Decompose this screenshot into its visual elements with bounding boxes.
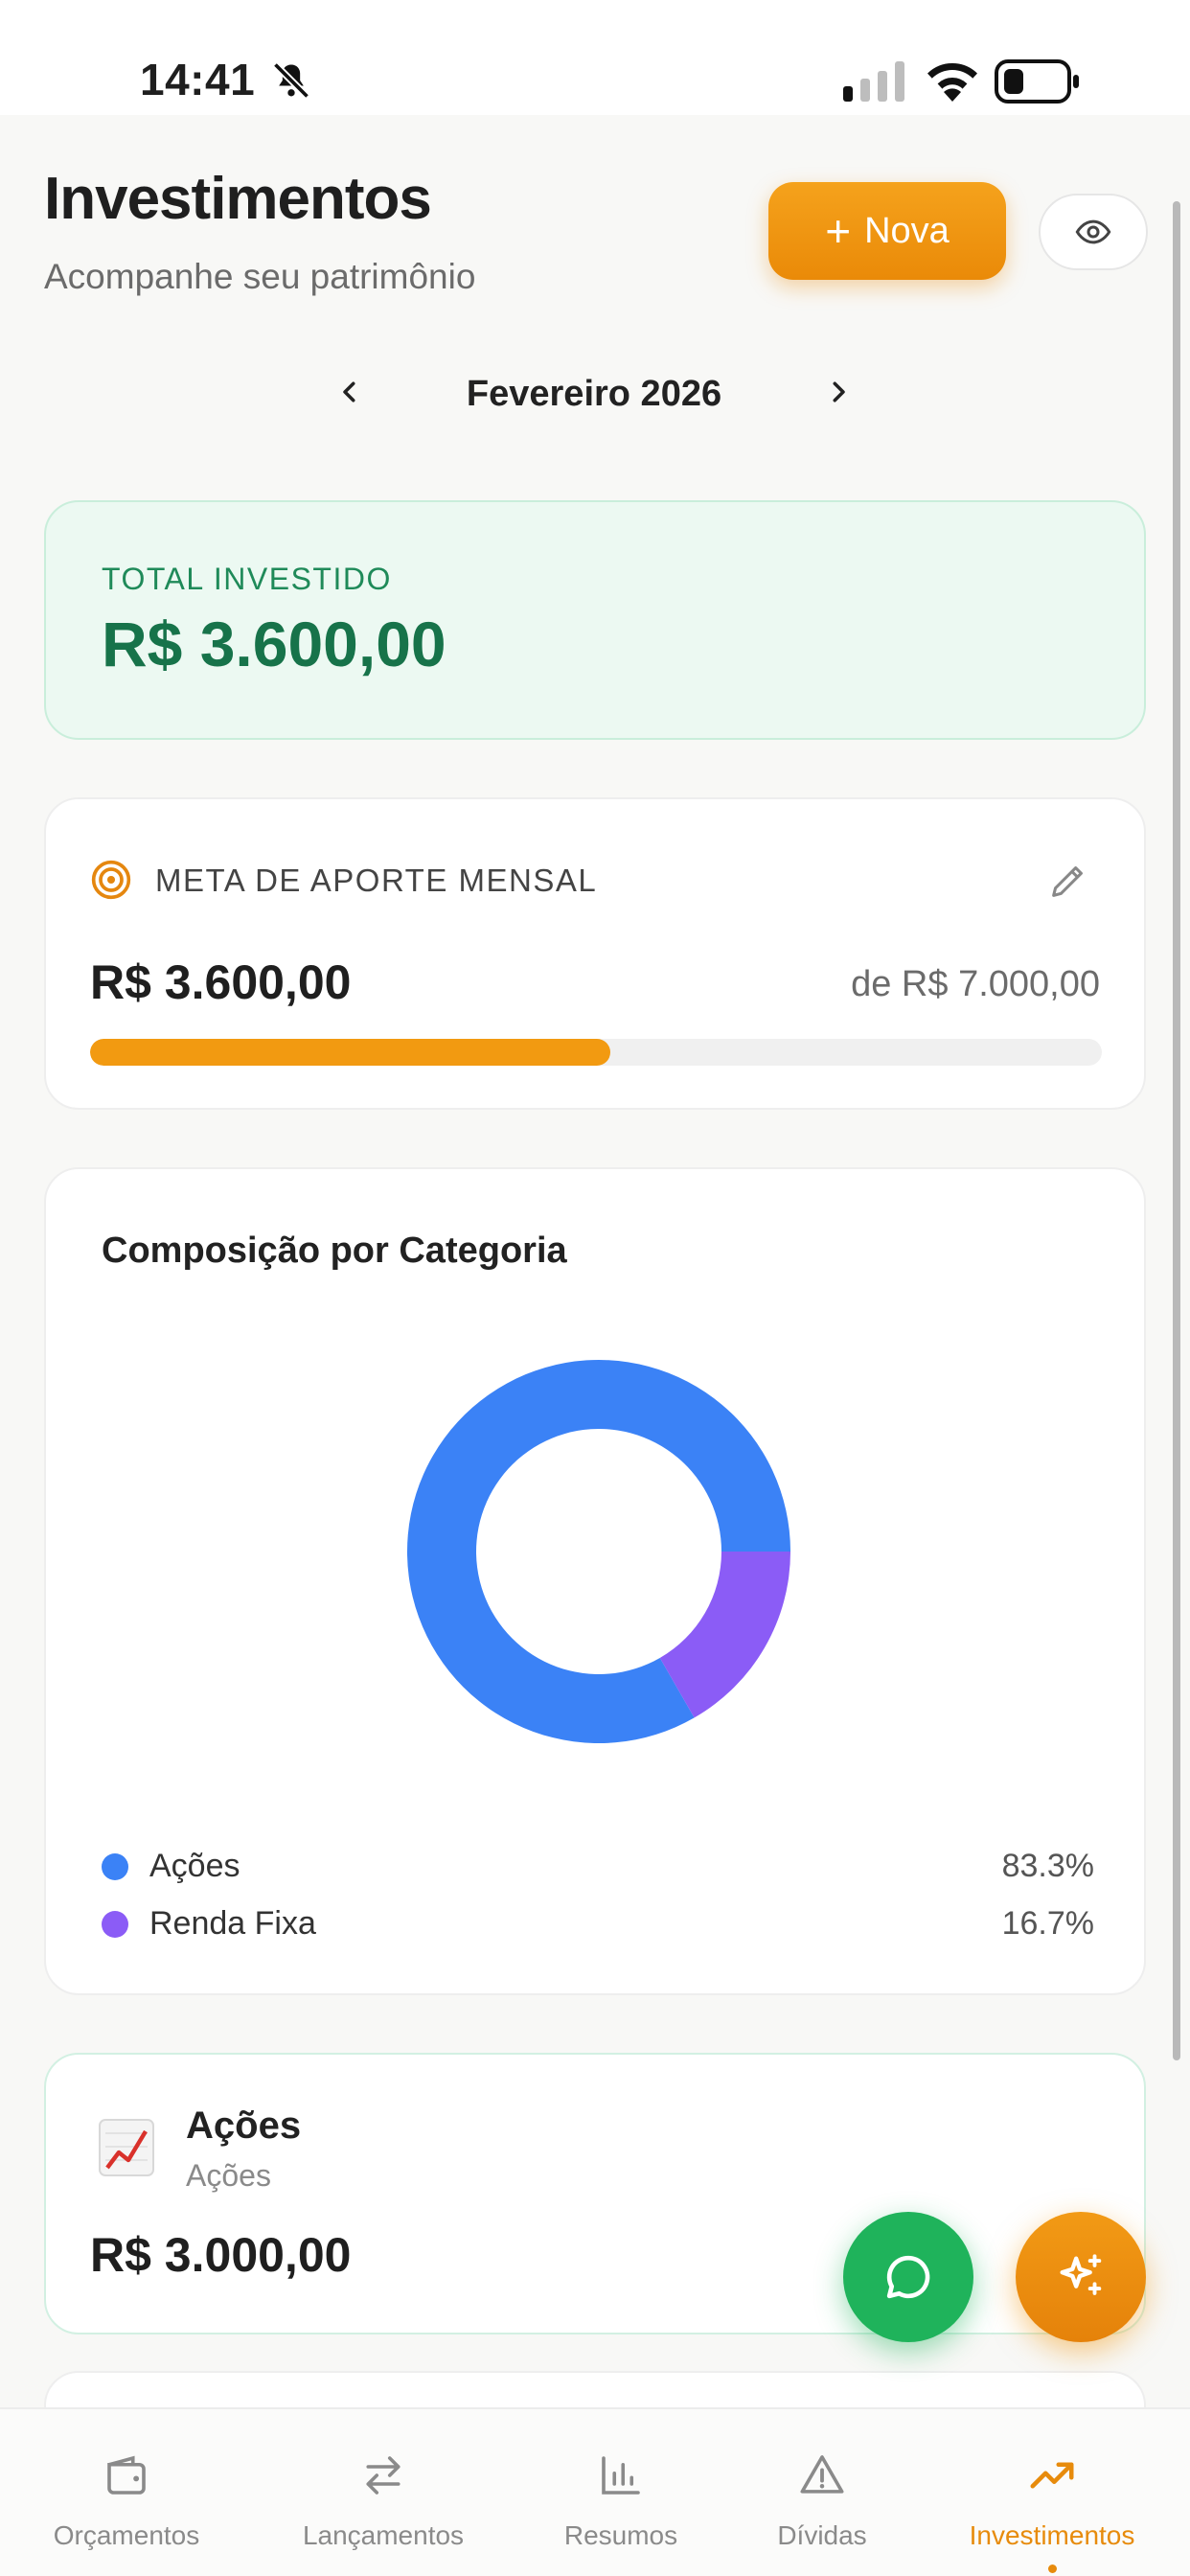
tab-dividas[interactable]: Dívidas <box>703 2409 941 2576</box>
chat-bubble-icon <box>886 2255 930 2299</box>
category-subtitle: Ações <box>186 2158 271 2193</box>
total-invested-label: TOTAL INVESTIDO <box>102 562 392 596</box>
wifi-icon <box>927 62 977 102</box>
new-investment-button[interactable]: + Nova <box>768 182 1006 280</box>
target-icon <box>91 860 131 900</box>
plus-icon: + <box>825 206 852 256</box>
monthly-goal-card: META DE APORTE MENSAL R$ 3.600,00 de R$ … <box>44 797 1146 1110</box>
legend-swatch <box>102 1853 128 1880</box>
tab-label: Dívidas <box>777 2520 867 2550</box>
tab-label: Lançamentos <box>302 2520 465 2550</box>
battery-icon <box>995 59 1079 104</box>
monthly-goal-target: de R$ 7.000,00 <box>851 964 1100 1004</box>
status-time: 14:41 <box>140 55 256 104</box>
progress-fill <box>90 1039 610 1066</box>
sparkles-icon <box>1060 2254 1102 2295</box>
warning-triangle-icon <box>800 2455 844 2494</box>
category-value: R$ 3.000,00 <box>90 2228 352 2282</box>
legend-percentage: 83.3% <box>1001 1848 1094 1884</box>
monthly-goal-title: META DE APORTE MENSAL <box>155 862 598 898</box>
active-tab-indicator <box>1048 2564 1057 2573</box>
chart-increasing-icon <box>99 2119 154 2176</box>
toggle-visibility-button[interactable] <box>1039 194 1148 270</box>
monthly-goal-current: R$ 3.600,00 <box>90 955 352 1009</box>
arrows-exchange-icon <box>366 2456 400 2495</box>
month-navigator: Fevereiro 2026 <box>326 355 862 431</box>
bar-chart-icon <box>602 2456 640 2495</box>
scrollbar[interactable] <box>1173 201 1180 2060</box>
wallet-icon <box>107 2455 146 2495</box>
next-month-button[interactable] <box>814 368 862 416</box>
pencil-icon[interactable] <box>1046 859 1090 903</box>
signal-icon <box>843 61 904 102</box>
total-invested-card: TOTAL INVESTIDO R$ 3.600,00 <box>44 500 1146 740</box>
composition-donut-chart <box>406 1360 790 1743</box>
monthly-goal-progress <box>90 1039 1102 1066</box>
page-title: Investimentos <box>44 166 432 232</box>
legend-label: Renda Fixa <box>149 1905 316 1942</box>
tab-orcamentos[interactable]: Orçamentos <box>8 2409 245 2576</box>
total-invested-value: R$ 3.600,00 <box>102 609 446 679</box>
trending-up-icon <box>1030 2462 1074 2489</box>
legend-swatch <box>102 1911 128 1938</box>
tab-label: Orçamentos <box>53 2520 200 2550</box>
chat-button[interactable] <box>843 2212 973 2342</box>
chevron-right-icon <box>833 381 845 402</box>
bottom-tab-bar: Orçamentos Lançamentos Resumos Dívidas I… <box>0 2407 1190 2576</box>
new-button-label: Nova <box>864 210 950 251</box>
composition-title: Composição por Categoria <box>102 1230 567 1271</box>
tab-lancamentos[interactable]: Lançamentos <box>264 2409 502 2576</box>
page-subtitle: Acompanhe seu patrimônio <box>44 257 476 296</box>
bell-slash-icon <box>272 61 310 100</box>
tab-label: Investimentos <box>969 2520 1135 2550</box>
legend-item: Renda Fixa 16.7% <box>102 1898 1094 1945</box>
legend-item: Ações 83.3% <box>102 1840 1094 1888</box>
status-bar: 14:41 <box>0 0 1190 115</box>
composition-card: Composição por Categoria Ações 83.3% Renda… <box>44 1167 1146 1995</box>
tab-investimentos[interactable]: Investimentos <box>933 2409 1171 2576</box>
category-card-acoes[interactable]: Ações Ações R$ 3.000,00 <box>44 2053 1146 2334</box>
legend-label: Ações <box>149 1848 240 1884</box>
month-label: Fevereiro 2026 <box>466 374 722 414</box>
eye-icon <box>1075 219 1111 244</box>
category-title: Ações <box>186 2104 302 2147</box>
ai-assistant-button[interactable] <box>1016 2212 1146 2342</box>
legend-percentage: 16.7% <box>1001 1905 1094 1942</box>
